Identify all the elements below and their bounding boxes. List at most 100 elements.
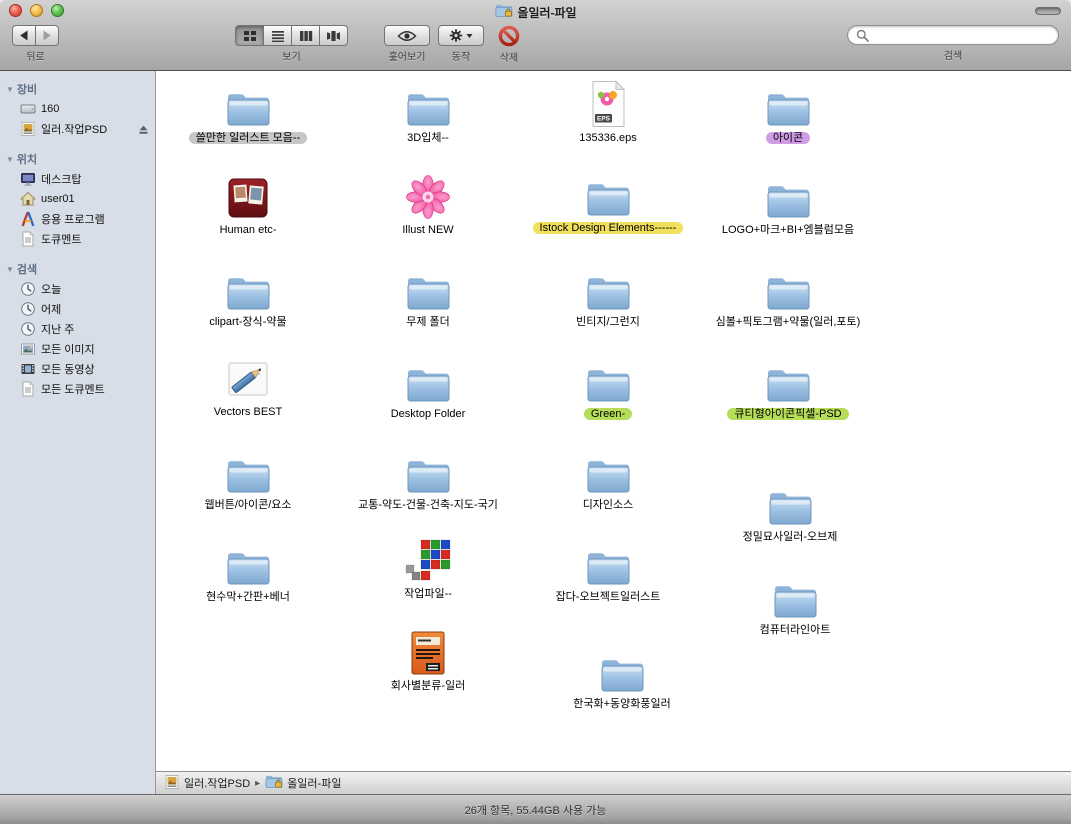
file-item[interactable]: Istock Design Elements------ [523, 168, 693, 235]
sidebar-item[interactable]: 어제 [0, 299, 155, 319]
file-item[interactable]: 회사별분류-일러 [343, 626, 513, 693]
window-title: 올일러-파일 [494, 3, 576, 21]
zoom-button[interactable] [51, 4, 64, 17]
file-name-text: 회사별분류-일러 [391, 680, 466, 692]
file-name: Human etc- [220, 223, 277, 237]
sidebar-item[interactable]: 160 [0, 99, 155, 119]
sidebar-item[interactable]: 일러.작업PSD [0, 119, 155, 139]
finder-window: 올일러-파일 뒤로 [0, 0, 1071, 824]
file-name-text: LOGO+마크+BI+엠블럼모음 [722, 224, 854, 236]
file-item[interactable]: 빈티지/그런지 [523, 262, 693, 329]
sidebar-item[interactable]: 도큐멘트 [0, 229, 155, 249]
disclosure-triangle-icon[interactable]: ▼ [6, 155, 14, 164]
file-item[interactable]: 컴퓨터라인아트 [710, 570, 880, 637]
docfile-icon [20, 381, 36, 397]
sidebar-section-header[interactable]: ▼장비 [0, 79, 155, 99]
sidebar-item[interactable]: 모든 도큐멘트 [0, 379, 155, 399]
clock-icon [20, 321, 36, 337]
file-item[interactable]: 한국화+동양화풍일러 [537, 644, 707, 711]
search-field[interactable] [847, 25, 1059, 45]
file-item[interactable]: 정밀묘사일러-오브제 [705, 477, 875, 544]
file-name: 컴퓨터라인아트 [760, 623, 831, 637]
folder-icon [765, 170, 811, 220]
close-button[interactable] [9, 4, 22, 17]
file-item[interactable]: Vectors BEST [163, 352, 333, 419]
file-item[interactable]: 작업파일-- [343, 534, 513, 601]
file-area[interactable]: 쓸만한 일러스트 모음--3D입체--EPS135336.eps아이콘 Human… [156, 71, 1071, 771]
file-name-text: 잡다-오브젝트일러스트 [556, 591, 661, 603]
sidebar-section-header[interactable]: ▼검색 [0, 259, 155, 279]
sidebar-item[interactable]: 데스크탑 [0, 169, 155, 189]
disclosure-triangle-icon[interactable]: ▼ [6, 85, 14, 94]
file-item[interactable]: Green- [523, 354, 693, 421]
folder-icon [765, 262, 811, 312]
file-item[interactable]: 교통-약도-건물-건축-지도-국기 [343, 445, 513, 512]
coverflow-view-button[interactable] [319, 25, 348, 46]
file-item[interactable]: 현수막+간판+베너 [163, 537, 333, 604]
file-item[interactable]: Illust NEW [343, 170, 513, 237]
quicklook-button[interactable] [384, 25, 430, 46]
file-item[interactable]: EPS135336.eps [523, 78, 693, 145]
folder-icon [225, 262, 271, 312]
column-view-button[interactable] [291, 25, 320, 46]
eject-icon[interactable] [138, 124, 149, 135]
sidebar-item[interactable]: 오늘 [0, 279, 155, 299]
sidebar-section-header[interactable]: ▼위치 [0, 149, 155, 169]
file-item[interactable]: LOGO+마크+BI+엠블럼모음 [703, 170, 873, 237]
toolbar-toggle-button[interactable] [1035, 7, 1061, 15]
folder-icon [405, 445, 451, 495]
nav-group: 뒤로 [12, 25, 59, 63]
folder-icon [599, 644, 645, 694]
sidebar-item-label: 160 [41, 103, 59, 115]
action-button[interactable] [438, 25, 484, 46]
file-item[interactable]: Desktop Folder [343, 354, 513, 421]
file-item[interactable]: 쓸만한 일러스트 모음-- [163, 78, 333, 145]
path-separator-icon: ▸ [255, 778, 260, 789]
sidebar-item[interactable]: 모든 이미지 [0, 339, 155, 359]
minimize-button[interactable] [30, 4, 43, 17]
file-item[interactable]: 잡다-오브젝트일러스트 [523, 537, 693, 604]
file-name: 잡다-오브젝트일러스트 [556, 590, 661, 604]
pathbar-item[interactable]: 일러.작업PSD [164, 774, 250, 793]
forward-button[interactable] [35, 25, 59, 46]
file-item[interactable]: 웹버튼/아이콘/요소 [163, 445, 333, 512]
file-name-text: 한국화+동양화풍일러 [573, 698, 671, 710]
sidebar-item[interactable]: 지난 주 [0, 319, 155, 339]
pathbar-item[interactable]: 올일러-파일 [265, 774, 341, 792]
sidebar: ▼장비 160 일러.작업PSD ▼위치데스크탑user01응용 프로그램도큐멘트 ▼검… [0, 71, 156, 794]
home-icon [20, 191, 36, 207]
photos-icon [226, 170, 270, 220]
sidebar-item[interactable]: 모든 동영상 [0, 359, 155, 379]
disclosure-triangle-icon[interactable]: ▼ [6, 265, 14, 274]
file-name: 웹버튼/아이콘/요소 [204, 498, 291, 512]
search-input[interactable] [874, 29, 1050, 41]
icon-view-button[interactable] [235, 25, 264, 46]
delete-button[interactable] [498, 25, 520, 47]
file-item[interactable]: Human etc- [163, 170, 333, 237]
file-name: 디자인소스 [583, 498, 634, 512]
view-group: 보기 [235, 25, 348, 63]
action-label: 동작 [452, 48, 470, 63]
list-view-button[interactable] [263, 25, 292, 46]
docfile-icon [20, 231, 36, 247]
pathbar[interactable]: 일러.작업PSD ▸ 올일러-파일 [156, 771, 1071, 794]
quicklook-group: 훑어보기 [384, 25, 430, 63]
orangedoc-icon [409, 626, 447, 676]
titlebar[interactable]: 올일러-파일 [0, 0, 1071, 22]
folderlock-icon [265, 774, 283, 792]
file-name: 빈티지/그런지 [576, 315, 640, 329]
sidebar-item[interactable]: 응용 프로그램 [0, 209, 155, 229]
file-item[interactable]: 아이콘 [703, 78, 873, 145]
pathbar-item-label: 일러.작업PSD [184, 775, 250, 791]
file-item[interactable]: 무제 폴더 [343, 262, 513, 329]
file-item[interactable]: 큐티형아이콘픽셀-PSD [703, 354, 873, 421]
sidebar-item-label: 어제 [41, 301, 61, 317]
file-item[interactable]: clipart-장식-약물 [163, 262, 333, 329]
back-button[interactable] [12, 25, 36, 46]
file-item[interactable]: 3D입체-- [343, 78, 513, 145]
sidebar-item[interactable]: user01 [0, 189, 155, 209]
file-item[interactable]: 디자인소스 [523, 445, 693, 512]
file-item[interactable]: 심볼+픽토그램+약물(일러,포토) [703, 262, 873, 329]
folder-icon [585, 354, 631, 404]
desktop-icon [20, 171, 36, 187]
